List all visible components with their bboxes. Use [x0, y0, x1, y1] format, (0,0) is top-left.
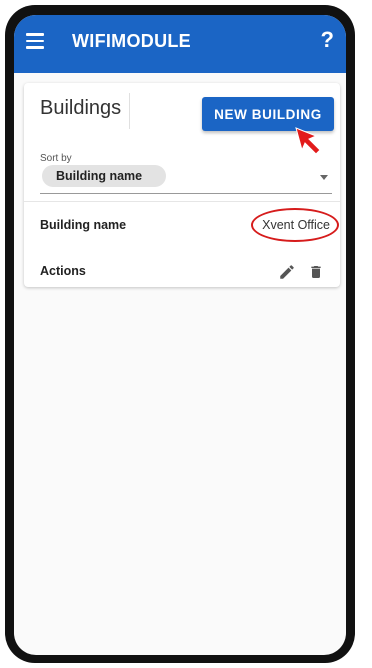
app-title: WIFIMODULE	[72, 31, 191, 51]
phone-frame: WIFIMODULE ? Buildings NEW BUILDING Sort…	[5, 5, 355, 663]
app-bar: WIFIMODULE ?	[14, 15, 346, 73]
sort-selected-chip: Building name	[42, 165, 166, 187]
app-screen: WIFIMODULE ? Buildings NEW BUILDING Sort…	[14, 15, 346, 655]
actions-label: Actions	[40, 264, 86, 278]
sort-by-label: Sort by	[40, 153, 72, 164]
sort-select[interactable]: Building name	[40, 165, 332, 194]
menu-icon[interactable]	[26, 33, 44, 49]
edit-icon[interactable]	[278, 263, 296, 281]
pointer-arrow-icon	[295, 127, 321, 155]
building-name-label: Building name	[40, 218, 127, 232]
delete-icon[interactable]	[308, 262, 324, 282]
chevron-down-icon	[320, 175, 328, 180]
help-icon[interactable]: ?	[321, 27, 334, 53]
page-title: Buildings	[40, 97, 122, 119]
highlight-annotation	[251, 208, 339, 242]
title-divider	[129, 93, 130, 129]
divider	[24, 201, 340, 202]
buildings-card: Buildings NEW BUILDING Sort by Building …	[24, 83, 340, 287]
